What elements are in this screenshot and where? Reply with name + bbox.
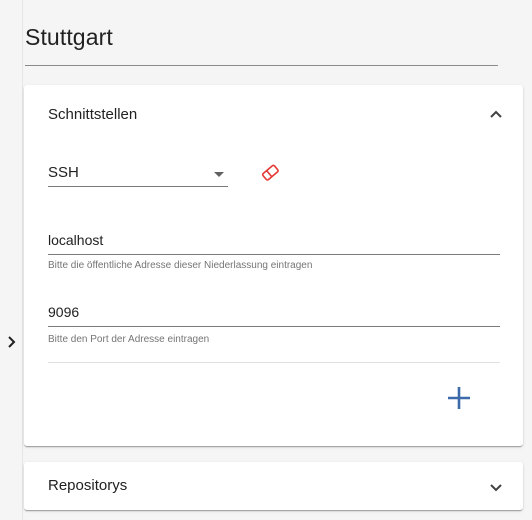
chevron-right-icon — [8, 336, 16, 348]
main-content: Stuttgart Schnittstellen SSH localhost B… — [22, 0, 532, 520]
repositories-panel-title: Repositorys — [48, 477, 128, 494]
dropdown-caret-icon — [214, 172, 224, 177]
chevron-up-icon[interactable] — [489, 107, 503, 121]
clear-interface-button[interactable] — [258, 161, 282, 185]
plus-icon — [448, 387, 470, 409]
address-field-value: localhost — [48, 232, 104, 248]
interfaces-panel: Schnittstellen SSH localhost Bitte die ö… — [24, 85, 523, 446]
repositories-panel[interactable]: Repositorys — [24, 462, 523, 510]
address-field-hint: Bitte die öffentliche Adresse dieser Nie… — [48, 260, 313, 271]
eraser-icon — [261, 164, 279, 181]
page-title: Stuttgart — [25, 24, 113, 50]
chevron-down-icon[interactable] — [489, 481, 503, 495]
interfaces-panel-title: Schnittstellen — [48, 106, 138, 123]
expand-sidebar-button[interactable] — [5, 333, 19, 351]
port-field[interactable]: 9096 — [48, 301, 500, 327]
add-interface-button[interactable] — [443, 382, 475, 414]
side-rail — [0, 0, 22, 520]
protocol-select[interactable]: SSH — [48, 161, 228, 187]
protocol-select-value: SSH — [48, 164, 79, 181]
interfaces-panel-header[interactable]: Schnittstellen — [24, 85, 523, 143]
section-divider — [48, 362, 500, 363]
port-field-hint: Bitte den Port der Adresse eintragen — [48, 334, 210, 345]
title-divider — [25, 65, 498, 66]
port-field-value: 9096 — [48, 304, 80, 320]
address-field[interactable]: localhost — [48, 229, 500, 255]
